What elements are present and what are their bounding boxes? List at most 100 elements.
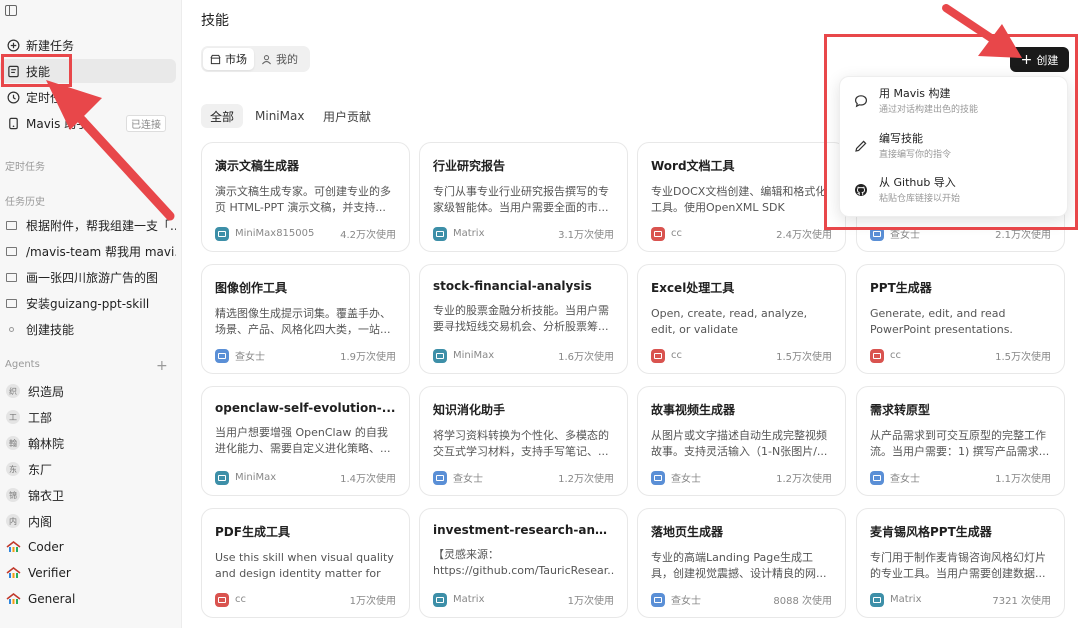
history-item-label: /mavis-team 帮我用 mavi... xyxy=(26,244,176,259)
skill-card[interactable]: PDF生成工具 Use this skill when visual qualit… xyxy=(201,508,410,618)
skill-card[interactable]: PPT生成器 Generate, edit, and read PowerPoin… xyxy=(856,264,1065,374)
skill-card-desc: 当用户想要增强 OpenClaw 的自我进化能力、需要自定义进化策略、... xyxy=(215,426,391,455)
author-avatar-icon xyxy=(651,592,665,607)
skill-card-desc: 精选图像生成提示词集。覆盖手办、场景、产品、风格化四大类，一站... xyxy=(215,307,391,336)
author-avatar-icon xyxy=(215,592,229,607)
agent-house-icon xyxy=(6,593,21,604)
skill-card-uses: 7321 次使用 xyxy=(992,596,1051,607)
skill-card[interactable]: 演示文稿生成器 演示文稿生成专家。可创建专业的多页 HTML-PPT 演示文稿，并… xyxy=(201,142,410,252)
history-item-label: 画一张四川旅游广告的图 xyxy=(26,270,159,285)
avatar: 织 xyxy=(6,384,20,398)
store-icon xyxy=(210,54,221,64)
skill-card-footer: 查女士 1.9万次使用 xyxy=(215,348,396,363)
skill-card[interactable]: 落地页生成器 专业的高端Landing Page生成工具，创建视觉震撼、设计精良的… xyxy=(637,508,846,618)
skill-card[interactable]: 故事视频生成器 从图片或文字描述自动生成完整视频故事。支持灵活输入（1-N张图片/… xyxy=(637,386,846,496)
skill-card-author: cc xyxy=(890,350,901,361)
menu-item-sub: 粘贴仓库链接以开始 xyxy=(879,194,961,204)
sidebar-item-scheduled[interactable]: 定时任务 xyxy=(0,85,176,109)
skill-card-title: openclaw-self-evolution-... xyxy=(215,401,396,415)
author-avatar-icon xyxy=(651,348,665,363)
skill-card-title: 麦肯锡风格PPT生成器 xyxy=(870,525,992,539)
skill-card-author: Matrix xyxy=(890,594,922,605)
history-item[interactable]: 画一张四川旅游广告的图 xyxy=(0,265,176,289)
skill-card[interactable]: Excel处理工具 Open, create, read, analyze, ed… xyxy=(637,264,846,374)
agent-item[interactable]: 织 织造局 xyxy=(0,379,176,403)
skill-card[interactable]: stock-financial-analysis 专业的股票金融分析技能。当用户需… xyxy=(419,264,628,374)
author-avatar-icon xyxy=(215,348,229,363)
agent-label: 锦衣卫 xyxy=(28,488,65,503)
agent-label: 内阁 xyxy=(28,514,53,529)
sidebar-item-skills[interactable]: 技能 xyxy=(0,59,176,83)
agent-item[interactable]: 翰 翰林院 xyxy=(0,431,176,455)
history-item[interactable]: 根据附件，帮我组建一支「... xyxy=(0,213,176,237)
skill-card-footer: 查女士 1.1万次使用 xyxy=(870,470,1051,485)
skill-card[interactable]: 知识消化助手 将学习资料转换为个性化、多模态的交互式学习材料，支持手写笔记、...… xyxy=(419,386,628,496)
skill-card[interactable]: investment-research-anal... 【灵感来源：https:/… xyxy=(419,508,628,618)
skill-card-footer: Matrix 1万次使用 xyxy=(433,592,614,607)
skill-card-title: PPT生成器 xyxy=(870,281,932,295)
skill-card-desc: 从图片或文字描述自动生成完整视频故事。支持灵活输入（1-N张图片/... xyxy=(651,429,828,458)
history-item[interactable]: /mavis-team 帮我用 mavi... xyxy=(0,239,176,263)
agent-item[interactable]: 锦 锦衣卫 xyxy=(0,483,176,507)
agent-label: General xyxy=(28,592,76,606)
avatar: 工 xyxy=(6,410,20,424)
agent-item[interactable]: Coder xyxy=(0,535,176,559)
skill-card-author: Matrix xyxy=(453,228,485,239)
skill-card-desc: Open, create, read, analyze, edit, or va… xyxy=(651,307,808,336)
skill-card[interactable]: 行业研究报告 专门从事专业行业研究报告撰写的专家级智能体。当用户需要全面的市...… xyxy=(419,142,628,252)
skill-card-author: 查女士 xyxy=(671,474,701,485)
menu-item-sub: 通过对话构建出色的技能 xyxy=(879,105,979,115)
history-item[interactable]: 安装guizang-ppt-skill xyxy=(0,291,176,315)
skill-card-uses: 1.2万次使用 xyxy=(558,474,614,485)
chat-icon xyxy=(854,94,870,110)
plus-circle-icon xyxy=(6,38,20,52)
skill-card[interactable]: 麦肯锡风格PPT生成器 专门用于制作麦肯锡咨询风格幻灯片的专业工具。当用户需要创建… xyxy=(856,508,1065,618)
filter-user-contrib[interactable]: 用户贡献 xyxy=(314,104,380,128)
skill-card-footer: 查女士 2.1万次使用 xyxy=(870,226,1051,241)
filter-minimax[interactable]: MiniMax xyxy=(246,104,313,128)
sidebar-item-mavis[interactable]: Mavis 助手 已连接 xyxy=(0,111,176,135)
skill-card[interactable]: 需求转原型从产品需求到可交互原型的完整工作流。当用户需要：1) 撰写产品需求..… xyxy=(856,386,1065,496)
tab-market[interactable]: 市场 xyxy=(203,48,254,70)
sidebar-toggle-icon[interactable] xyxy=(5,5,17,16)
agent-item[interactable]: 东 东厂 xyxy=(0,457,176,481)
author-avatar-icon xyxy=(870,592,884,607)
author-avatar-icon xyxy=(870,226,884,241)
skill-card-footer: 查女士 1.2万次使用 xyxy=(651,470,832,485)
create-button[interactable]: + 创建 xyxy=(1010,47,1069,72)
folder-icon xyxy=(6,298,17,308)
menu-item-write-skill[interactable]: 编写技能 直接编写你的指令 xyxy=(854,132,1059,168)
skill-card-uses: 1.6万次使用 xyxy=(558,352,614,363)
skill-card-author: Matrix xyxy=(453,594,485,605)
skill-card-uses: 1万次使用 xyxy=(567,596,614,607)
author-avatar-icon xyxy=(433,470,447,485)
sidebar: 新建任务 技能 定时任务 Mavis 助手 已连接 定时任务 任务历史 根据附件… xyxy=(0,0,182,628)
skill-card-desc: Use this skill when visual quality and d… xyxy=(215,551,394,580)
skill-card[interactable]: 图像创作工具 精选图像生成提示词集。覆盖手办、场景、产品、风格化四大类，一站...… xyxy=(201,264,410,374)
filter-all[interactable]: 全部 xyxy=(201,104,244,128)
sidebar-item-label: 新建任务 xyxy=(26,38,75,53)
author-avatar-icon xyxy=(870,348,884,363)
tab-mine[interactable]: 我的 xyxy=(254,48,305,70)
history-item[interactable]: 创建技能 xyxy=(0,317,176,341)
skill-card-title: 行业研究报告 xyxy=(433,159,506,173)
agent-item[interactable]: General xyxy=(0,587,176,611)
skill-card-footer: 查女士 8088 次使用 xyxy=(651,592,832,607)
add-agent-icon[interactable]: + xyxy=(156,358,168,374)
agent-item[interactable]: 工 工部 xyxy=(0,405,176,429)
menu-item-build-with-mavis[interactable]: 用 Mavis 构建 通过对话构建出色的技能 xyxy=(854,87,1059,123)
agent-item[interactable]: Verifier xyxy=(0,561,176,585)
author-avatar-icon xyxy=(215,470,229,485)
skill-card-title: 需求转原型 xyxy=(870,403,931,417)
skill-card-uses: 1.5万次使用 xyxy=(995,352,1051,363)
skill-card[interactable]: Word文档工具 专业DOCX文档创建、编辑和格式化工具。使用OpenXML SD… xyxy=(637,142,846,252)
skill-card-desc: 将学习资料转换为个性化、多模态的交互式学习材料，支持手写笔记、... xyxy=(433,429,609,458)
skill-card-author: 查女士 xyxy=(671,596,701,607)
skill-card-title: Excel处理工具 xyxy=(651,281,735,295)
skill-card-desc: 从产品需求到可交互原型的完整工作流。当用户需要：1) 撰写产品需求... xyxy=(870,429,1050,458)
sidebar-item-new-task[interactable]: 新建任务 xyxy=(0,33,176,57)
menu-item-import-github[interactable]: 从 Github 导入 粘贴仓库链接以开始 xyxy=(854,176,1059,212)
skill-card[interactable]: openclaw-self-evolution-... 当用户想要增强 OpenC… xyxy=(201,386,410,496)
agent-item[interactable]: 内 内阁 xyxy=(0,509,176,533)
skill-card-desc: 【灵感来源：https://github.com/TauricResear... xyxy=(433,548,614,577)
